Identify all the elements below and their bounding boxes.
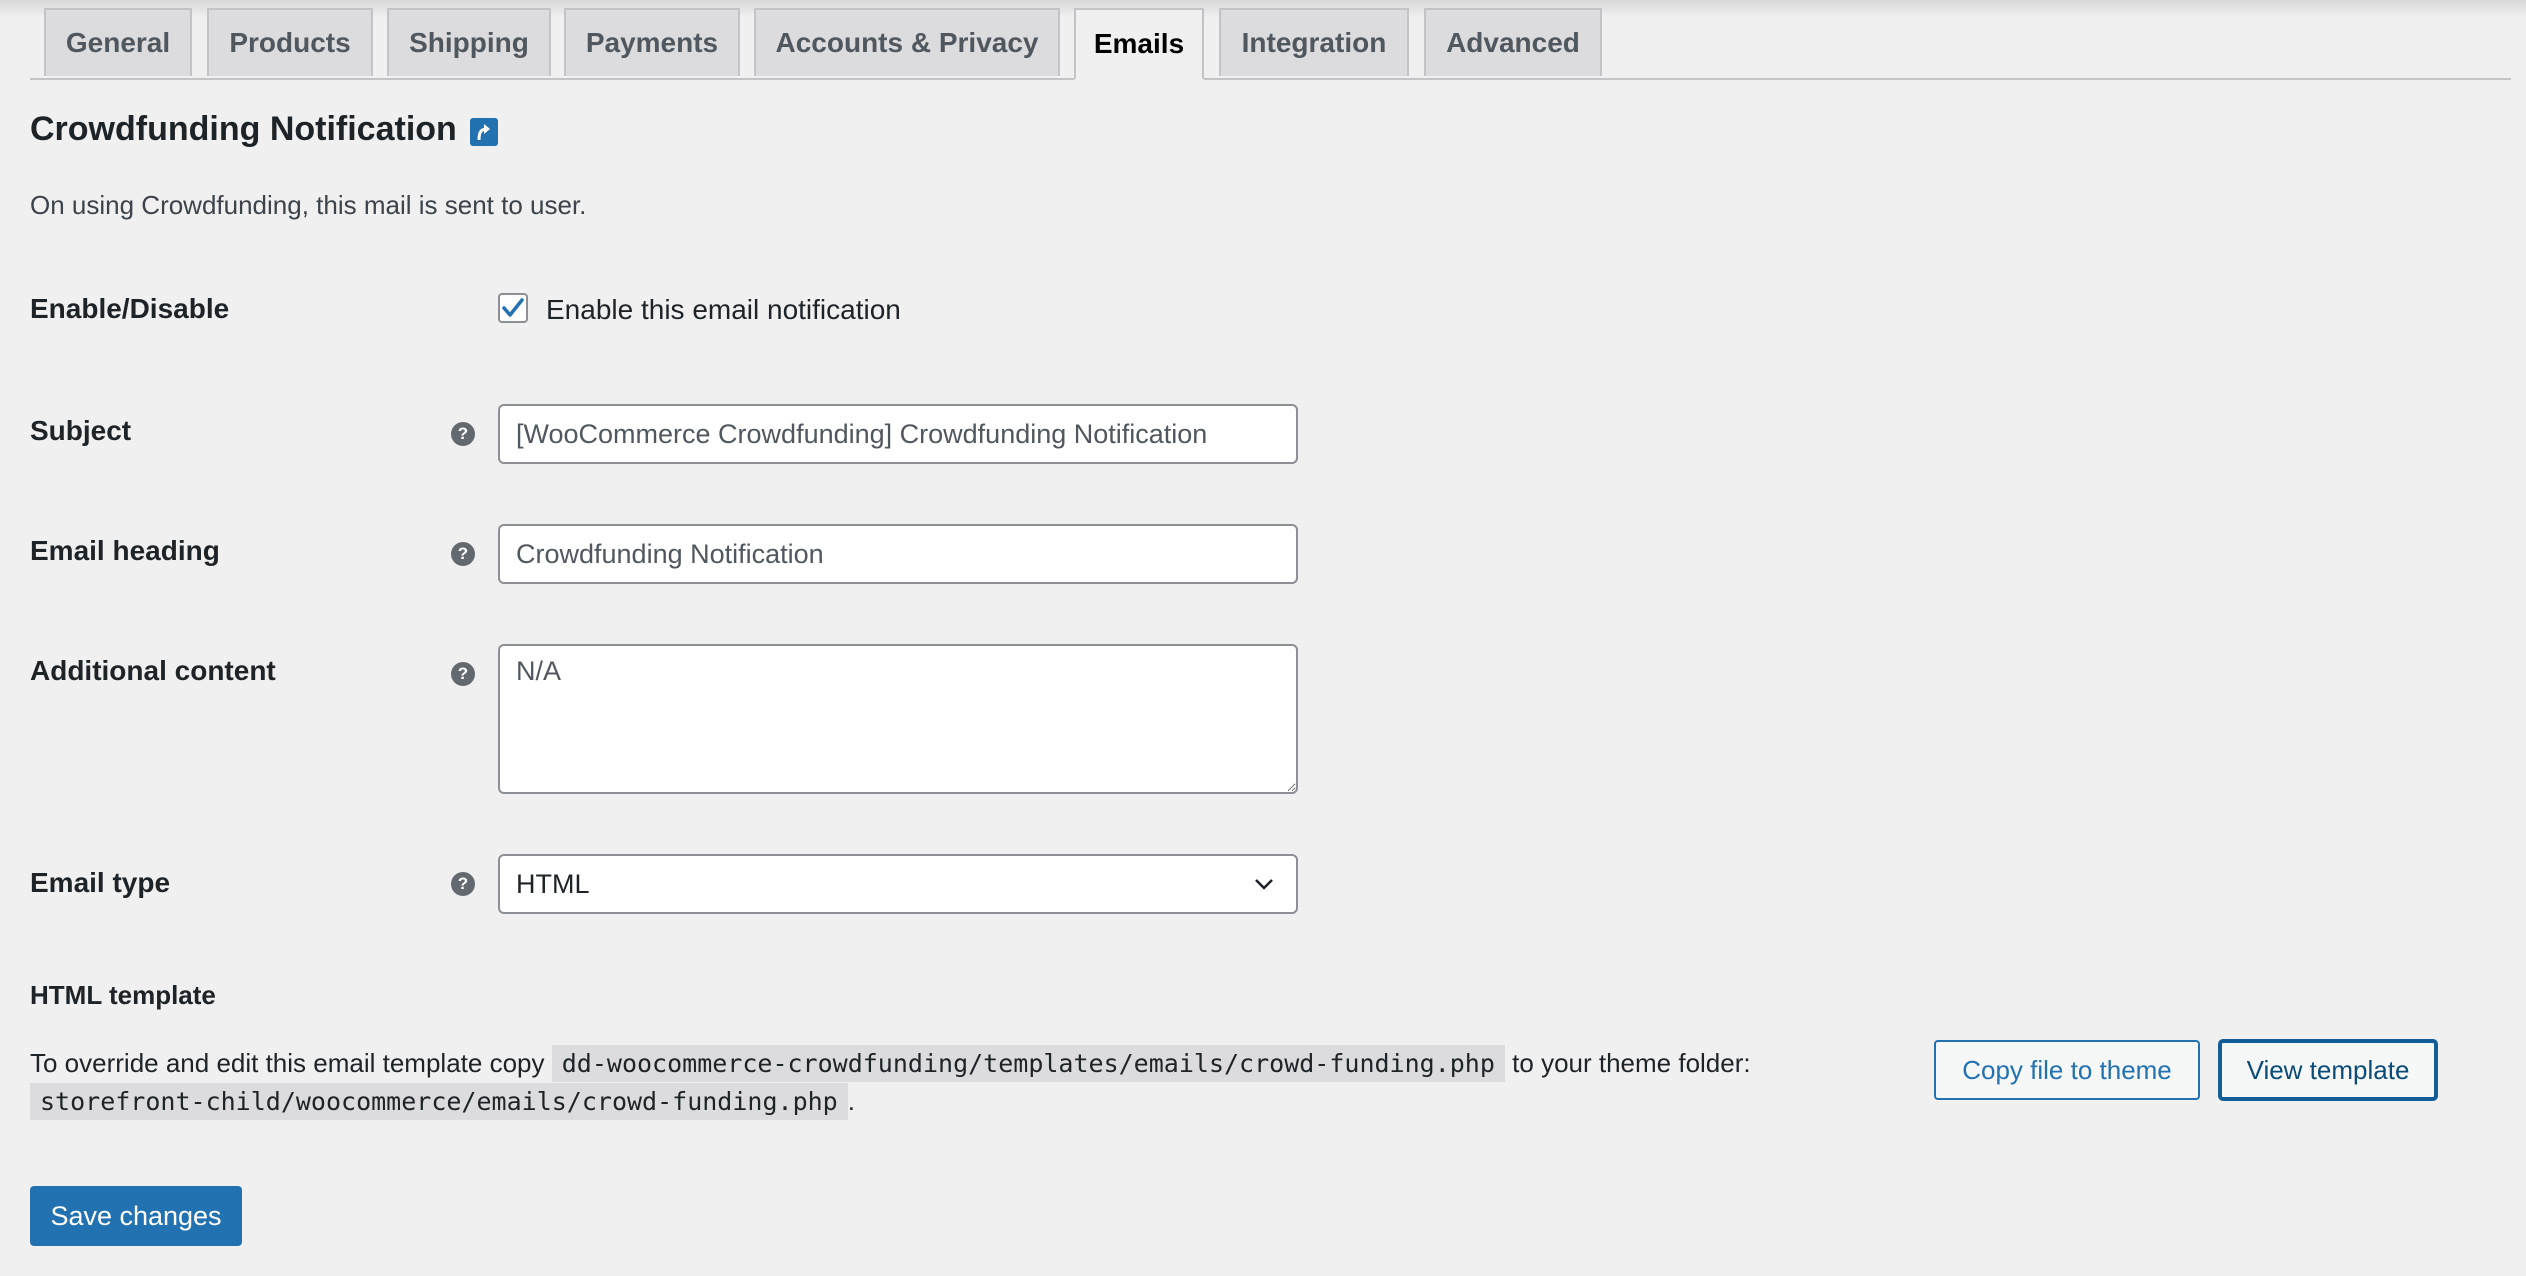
tab-advanced[interactable]: Advanced: [1424, 8, 1602, 76]
checkmark-icon: [502, 298, 524, 317]
view-template-button[interactable]: View template: [2219, 1040, 2437, 1100]
email-type-label: Email type: [30, 867, 171, 898]
additional-content-label: Additional content: [30, 655, 276, 686]
help-icon[interactable]: ?: [451, 662, 475, 686]
enable-notification-checkbox[interactable]: [498, 293, 528, 323]
chevron-down-icon: [1255, 879, 1273, 890]
html-template-heading: HTML template: [30, 980, 216, 1010]
override-text-before: To override and edit this email template…: [30, 1048, 545, 1078]
tab-emails[interactable]: Emails: [1074, 8, 1204, 80]
help-icon[interactable]: ?: [451, 872, 475, 896]
override-text-after: .: [847, 1086, 855, 1116]
email-description: On using Crowdfunding, this mail is sent…: [30, 190, 587, 220]
save-changes-button[interactable]: Save changes: [30, 1186, 242, 1246]
tab-integration[interactable]: Integration: [1219, 8, 1409, 76]
help-icon[interactable]: ?: [451, 542, 475, 566]
tab-shipping[interactable]: Shipping: [387, 8, 551, 76]
tab-payments[interactable]: Payments: [564, 8, 740, 76]
theme-template-path: storefront-child/woocommerce/emails/crow…: [30, 1083, 848, 1120]
tab-accounts-privacy[interactable]: Accounts & Privacy: [754, 8, 1060, 76]
email-type-select[interactable]: HTML: [498, 854, 1298, 914]
override-instructions: To override and edit this email template…: [30, 1045, 1751, 1082]
enable-disable-label: Enable/Disable: [30, 293, 230, 324]
help-icon[interactable]: ?: [451, 422, 475, 446]
tab-products[interactable]: Products: [207, 8, 373, 76]
settings-tabs: General Products Shipping Payments Accou…: [30, 0, 2511, 80]
email-heading-label: Email heading: [30, 535, 220, 566]
subject-label: Subject: [30, 415, 132, 446]
email-type-value: HTML: [516, 868, 590, 899]
tab-general[interactable]: General: [44, 8, 192, 76]
enable-notification-label[interactable]: Enable this email notification: [546, 294, 901, 326]
up-arrow-link-icon[interactable]: [470, 118, 498, 146]
copy-file-to-theme-button[interactable]: Copy file to theme: [1934, 1040, 2200, 1100]
template-source-path: dd-woocommerce-crowdfunding/templates/em…: [551, 1045, 1505, 1082]
subject-input[interactable]: [498, 404, 1298, 464]
page-title: Crowdfunding Notification: [30, 110, 457, 148]
additional-content-textarea[interactable]: N/A: [498, 644, 1298, 794]
override-instructions-theme: storefront-child/woocommerce/emails/crow…: [30, 1083, 855, 1120]
settings-page: General Products Shipping Payments Accou…: [0, 0, 2526, 1276]
email-heading-input[interactable]: [498, 524, 1298, 584]
override-text-middle: to your theme folder:: [1512, 1048, 1751, 1078]
